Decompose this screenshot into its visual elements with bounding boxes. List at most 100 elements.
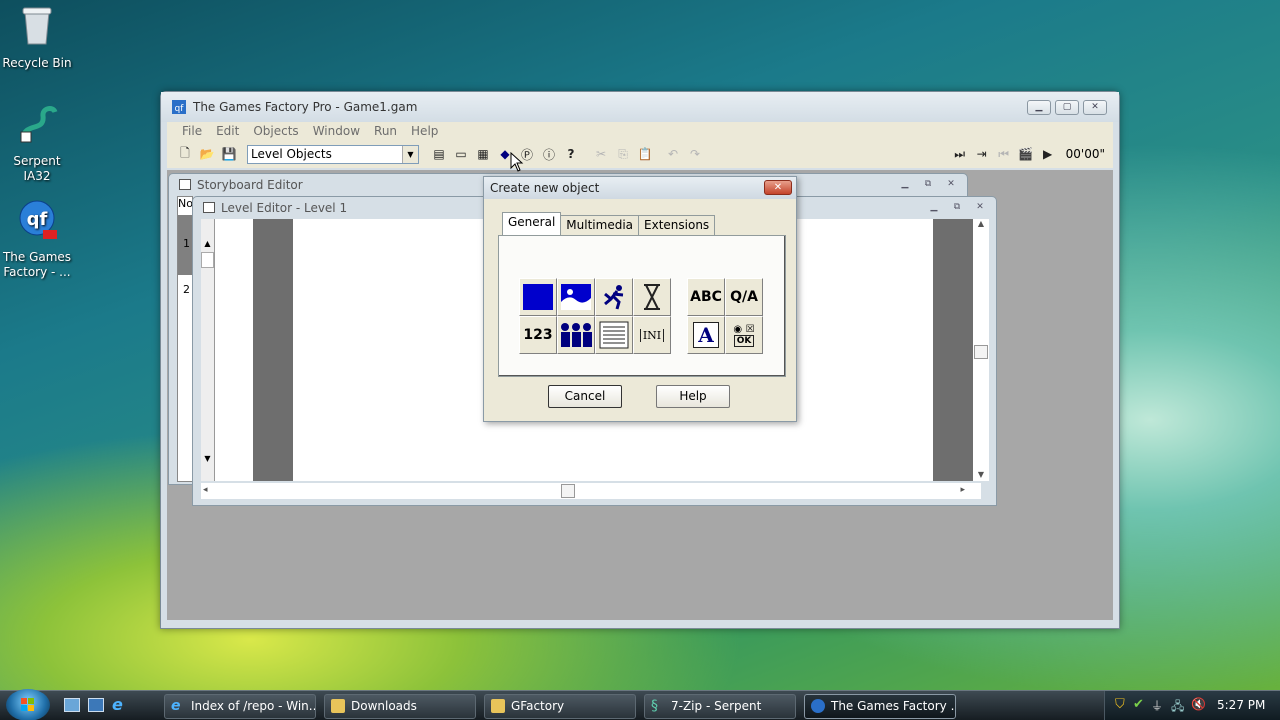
taskbar-item-gfactory[interactable]: GFactory	[484, 694, 636, 719]
list-object[interactable]	[595, 316, 633, 354]
run-frame-icon[interactable]: ⇥	[972, 144, 992, 164]
storyboard-row-1[interactable]: 1	[178, 215, 192, 275]
menu-objects[interactable]: Objects	[246, 122, 305, 140]
level-side-panel	[215, 219, 253, 481]
start-button[interactable]	[6, 689, 50, 720]
hourglass-icon	[644, 284, 660, 310]
storyboard-row-2[interactable]: 2	[178, 275, 192, 296]
record-icon[interactable]: 🎬	[1016, 144, 1036, 164]
save-icon[interactable]: 💾	[219, 144, 239, 164]
menu-window[interactable]: Window	[306, 122, 367, 140]
menu-run[interactable]: Run	[367, 122, 404, 140]
tab-multimedia[interactable]: Multimedia	[560, 215, 640, 235]
help-button[interactable]: Help	[656, 385, 730, 408]
formatted-text-label: A	[693, 322, 719, 348]
active-object[interactable]	[595, 278, 633, 316]
show-desktop-icon[interactable]	[64, 698, 80, 712]
main-window-titlebar[interactable]: qf The Games Factory Pro - Game1.gam	[161, 92, 1119, 122]
string-object[interactable]: ABC	[687, 278, 725, 316]
minimize-button[interactable]: ▁	[1027, 100, 1051, 115]
lives-object[interactable]	[557, 316, 595, 354]
vscroll-down-icon[interactable]: ▼	[973, 470, 989, 479]
redo-icon[interactable]: ↷	[685, 144, 705, 164]
copy-icon[interactable]: ⎘	[613, 144, 633, 164]
counter-label: 123	[523, 327, 553, 343]
level-close-button[interactable]: ✕	[970, 201, 990, 214]
storyboard-minimize-button[interactable]: ▁	[895, 178, 915, 191]
vscroll-thumb[interactable]	[974, 345, 988, 359]
ini-object[interactable]: INI	[633, 316, 671, 354]
taskbar-item-7zip[interactable]: § 7-Zip - Serpent	[644, 694, 796, 719]
help-icon[interactable]: ?	[561, 144, 581, 164]
horizontal-scrollbar[interactable]: ◂ ▸	[201, 483, 981, 499]
storyboard-restore-button[interactable]: ⧉	[918, 178, 938, 191]
paste-icon[interactable]: 📋	[635, 144, 655, 164]
level-window-icon	[203, 202, 215, 213]
maximize-button[interactable]: ▢	[1055, 100, 1079, 115]
volume-muted-icon[interactable]: 🔇	[1191, 697, 1206, 711]
run-application-icon[interactable]: ⏭	[950, 144, 970, 164]
dialog-close-button[interactable]: ✕	[764, 180, 792, 195]
recycle-bin-icon	[22, 7, 52, 45]
open-icon[interactable]: 📂	[197, 144, 217, 164]
info-icon[interactable]: ⓘ	[539, 144, 559, 164]
level-editor-icon[interactable]: ▭	[451, 144, 471, 164]
backdrop-icon	[523, 284, 553, 310]
cancel-button[interactable]: Cancel	[548, 385, 622, 408]
vertical-scrollbar[interactable]: ▲ ▼	[973, 219, 989, 481]
dialog-titlebar[interactable]: Create new object ✕	[484, 177, 796, 199]
level-minimize-button[interactable]: ▁	[924, 201, 944, 214]
network-icon[interactable]: 🖧	[1171, 697, 1184, 718]
event-editor-icon[interactable]: ▦	[473, 144, 493, 164]
storyboard-list: No 1 2	[177, 196, 193, 482]
play-icon[interactable]: ▶	[1038, 144, 1058, 164]
desktop-icon-tgf[interactable]: qf The Games Factory - ...	[0, 198, 74, 280]
taskbar-item-tgf[interactable]: The Games Factory ...	[804, 694, 956, 719]
dialog-title: Create new object	[490, 181, 600, 195]
chevron-down-icon[interactable]: ▼	[402, 145, 418, 163]
clock[interactable]: 5:27 PM	[1217, 698, 1265, 712]
level-restore-button[interactable]: ⧉	[947, 201, 967, 214]
usb-icon[interactable]: ⏚	[1151, 697, 1163, 714]
question-object[interactable]: Q/A	[725, 278, 763, 316]
checkmark-icon[interactable]: ✔	[1133, 697, 1144, 712]
picture-object[interactable]	[557, 278, 595, 316]
hscroll-left-icon[interactable]: ◂	[203, 485, 208, 495]
menu-bar: File Edit Objects Window Run Help	[167, 122, 1113, 140]
scroll-down-icon[interactable]: ▼	[201, 454, 214, 463]
taskbar-item-downloads[interactable]: Downloads	[324, 694, 476, 719]
storyboard-close-button[interactable]: ✕	[941, 178, 961, 191]
timer-object[interactable]	[633, 278, 671, 316]
tab-general[interactable]: General	[502, 212, 562, 235]
level-editor-title: Level Editor - Level 1	[221, 201, 348, 215]
main-window-title: The Games Factory Pro - Game1.gam	[193, 100, 418, 114]
tab-extensions[interactable]: Extensions	[638, 215, 716, 235]
counter-object[interactable]: 123	[519, 316, 557, 354]
menu-file[interactable]: File	[175, 122, 209, 140]
undo-icon[interactable]: ↶	[663, 144, 683, 164]
new-icon[interactable]: 🗋	[175, 144, 195, 164]
ie-quicklaunch-icon[interactable]: e	[112, 695, 123, 714]
radio-check-icon: ◉ ☒	[733, 323, 755, 335]
desktop-icon-serpent[interactable]: Serpent IA32	[0, 102, 74, 184]
hscroll-right-icon[interactable]: ▸	[960, 485, 965, 495]
menu-edit[interactable]: Edit	[209, 122, 246, 140]
switch-windows-icon[interactable]	[88, 698, 104, 712]
taskbar-item-ie[interactable]: e Index of /repo - Win...	[164, 694, 316, 719]
hscroll-thumb[interactable]	[561, 484, 575, 498]
backdrop-object[interactable]	[519, 278, 557, 316]
formatted-text-object[interactable]: A	[687, 316, 725, 354]
rewind-icon[interactable]: ⏮	[994, 144, 1014, 164]
shield-icon[interactable]: ⛉	[1115, 697, 1125, 712]
vscroll-up-icon[interactable]: ▲	[973, 219, 989, 228]
storyboard-icon[interactable]: ▤	[429, 144, 449, 164]
edit-box-object[interactable]: ◉ ☒ OK	[725, 316, 763, 354]
menu-help[interactable]: Help	[404, 122, 445, 140]
scroll-thumb[interactable]	[201, 252, 214, 268]
close-button[interactable]: ✕	[1083, 100, 1107, 115]
editor-select[interactable]: Level Objects ▼	[247, 144, 419, 164]
desktop-icon-recycle-bin[interactable]: Recycle Bin	[0, 4, 74, 71]
create-object-dialog: Create new object ✕ General Multimedia E…	[483, 176, 797, 422]
scroll-up-icon[interactable]: ▲	[201, 239, 214, 248]
cut-icon[interactable]: ✂	[591, 144, 611, 164]
